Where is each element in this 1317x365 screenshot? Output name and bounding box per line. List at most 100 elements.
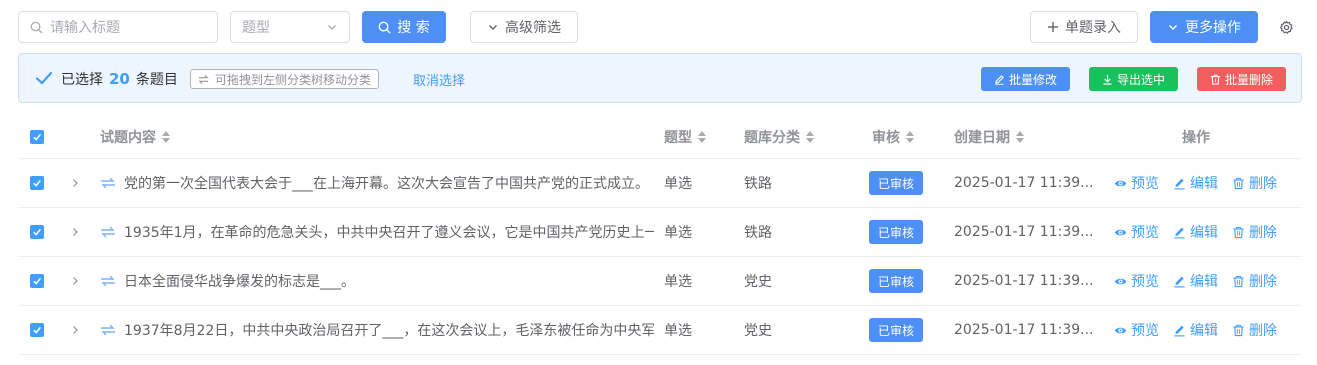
row-checkbox[interactable] <box>30 208 44 256</box>
expand-row-chevron-right-icon[interactable] <box>70 159 80 207</box>
created-date: 2025-01-17 11:39... <box>954 159 1094 207</box>
preview-link[interactable]: 预览 <box>1114 271 1159 291</box>
drag-handle-icon[interactable] <box>100 208 116 256</box>
table-row[interactable]: 1937年8月22日，中共中央政治局召开了___，在这次会议上，毛泽东被任命为中… <box>18 306 1302 355</box>
header-type[interactable]: 题型 <box>664 115 706 158</box>
row-checkbox[interactable] <box>30 306 44 354</box>
plus-icon <box>1047 21 1059 33</box>
status-badge: 已审核 <box>869 318 924 342</box>
edit-link[interactable]: 编辑 <box>1173 320 1218 340</box>
select-all-checkbox[interactable] <box>30 115 44 158</box>
expand-row-chevron-right-icon[interactable] <box>70 257 80 305</box>
question-type: 单选 <box>664 208 692 256</box>
row-actions: 预览 编辑 删除 <box>1114 159 1291 207</box>
eye-icon <box>1114 275 1127 288</box>
created-date-text: 2025-01-17 11:39... <box>954 322 1094 338</box>
edit-link[interactable]: 编辑 <box>1173 173 1218 193</box>
single-entry-label: 单题录入 <box>1065 20 1121 36</box>
eye-icon <box>1114 324 1127 337</box>
drag-hint-text: 可拖拽到左侧分类树移动分类 <box>215 72 372 87</box>
batch-delete-label: 批量删除 <box>1224 72 1273 87</box>
question-type-text: 单选 <box>664 323 692 339</box>
row-actions: 预览 编辑 删除 <box>1114 306 1291 354</box>
row-checkbox[interactable] <box>30 159 44 207</box>
search-placeholder: 请输入标题 <box>50 20 120 36</box>
table-row[interactable]: 党的第一次全国代表大会于___在上海开幕。这次大会宣告了中国共产党的正式成立。 … <box>18 159 1302 208</box>
expand-row-chevron-right-icon[interactable] <box>70 208 80 256</box>
search-button[interactable]: 搜 索 <box>362 11 446 43</box>
drag-handle-icon[interactable] <box>100 159 116 207</box>
drag-handle-icon[interactable] <box>100 257 116 305</box>
question-type-text: 单选 <box>664 225 692 241</box>
preview-link[interactable]: 预览 <box>1114 173 1159 193</box>
single-entry-button[interactable]: 单题录入 <box>1030 11 1138 43</box>
eye-icon <box>1114 177 1127 190</box>
question-content: 日本全面侵华战争爆发的标志是___。 <box>124 257 654 305</box>
header-review-label: 审核 <box>872 129 900 146</box>
table-row[interactable]: 日本全面侵华战争爆发的标志是___。 单选 党史 已审核 2025-01-17 … <box>18 257 1302 306</box>
question-content-text: 党的第一次全国代表大会于___在上海开幕。这次大会宣告了中国共产党的正式成立。 <box>124 176 649 192</box>
preview-label: 预览 <box>1131 225 1159 241</box>
checkbox-checked-icon <box>30 323 44 337</box>
drag-handle-icon[interactable] <box>100 306 116 354</box>
check-icon <box>35 69 53 91</box>
question-content-text: 日本全面侵华战争爆发的标志是___。 <box>124 274 355 290</box>
header-content[interactable]: 试题内容 <box>100 115 170 158</box>
question-content-text: 1935年1月，在革命的危急关头，中共中央召开了遵义会议，它是中国共产党历史上一 <box>124 225 654 241</box>
selection-count: 20 <box>109 70 130 88</box>
advanced-filter-label: 高级筛选 <box>505 20 561 36</box>
cancel-selection-link[interactable]: 取消选择 <box>413 70 465 89</box>
export-selected-button[interactable]: 导出选中 <box>1089 67 1178 91</box>
delete-label: 删除 <box>1249 225 1277 241</box>
delete-link[interactable]: 删除 <box>1232 271 1277 291</box>
preview-link[interactable]: 预览 <box>1114 320 1159 340</box>
download-icon <box>1102 74 1113 85</box>
selection-summary: 已选择 20 条题目 <box>61 69 178 89</box>
table-row[interactable]: 1935年1月，在革命的危急关头，中共中央召开了遵义会议，它是中国共产党历史上一… <box>18 208 1302 257</box>
question-type-select[interactable]: 题型 <box>230 11 350 43</box>
checkbox-checked-icon <box>30 274 44 288</box>
delete-link[interactable]: 删除 <box>1232 173 1277 193</box>
preview-label: 预览 <box>1131 323 1159 339</box>
sort-icon[interactable] <box>906 130 914 143</box>
edit-link[interactable]: 编辑 <box>1173 271 1218 291</box>
question-type-text: 单选 <box>664 274 692 290</box>
created-date: 2025-01-17 11:39... <box>954 208 1094 256</box>
batch-delete-button[interactable]: 批量删除 <box>1197 67 1286 91</box>
edit-link[interactable]: 编辑 <box>1173 222 1218 242</box>
gear-icon[interactable] <box>1277 18 1295 36</box>
sort-icon[interactable] <box>806 130 814 143</box>
preview-link[interactable]: 预览 <box>1114 222 1159 242</box>
row-checkbox[interactable] <box>30 257 44 305</box>
sort-icon[interactable] <box>162 130 170 143</box>
expand-row-chevron-right-icon[interactable] <box>70 306 80 354</box>
header-content-label: 试题内容 <box>100 129 156 146</box>
drag-transfer-icon <box>198 74 209 85</box>
batch-edit-button[interactable]: 批量修改 <box>981 67 1070 91</box>
chevron-down-icon <box>1167 21 1179 33</box>
sort-icon[interactable] <box>698 130 706 143</box>
more-actions-button[interactable]: 更多操作 <box>1150 11 1258 43</box>
trash-icon <box>1232 226 1245 239</box>
edit-icon <box>994 74 1005 85</box>
type-select-placeholder: 题型 <box>242 20 270 36</box>
edit-icon <box>1173 275 1186 288</box>
header-actions: 操作 <box>1182 115 1210 158</box>
advanced-filter-button[interactable]: 高级筛选 <box>470 11 578 43</box>
search-input[interactable]: 请输入标题 <box>18 11 218 43</box>
trash-icon <box>1232 275 1245 288</box>
header-review[interactable]: 审核 <box>872 115 914 158</box>
delete-link[interactable]: 删除 <box>1232 320 1277 340</box>
preview-label: 预览 <box>1131 176 1159 192</box>
question-category: 铁路 <box>744 208 772 256</box>
question-category-text: 铁路 <box>744 225 772 241</box>
selection-prefix: 已选择 <box>61 72 103 88</box>
header-created-label: 创建日期 <box>954 129 1010 146</box>
header-category[interactable]: 题库分类 <box>744 115 814 158</box>
header-created[interactable]: 创建日期 <box>954 115 1024 158</box>
table-header: 试题内容 题型 题库分类 审核 创建日期 操作 <box>18 115 1302 159</box>
selection-suffix: 条题目 <box>135 72 178 88</box>
eye-icon <box>1114 226 1127 239</box>
sort-icon[interactable] <box>1016 130 1024 143</box>
delete-link[interactable]: 删除 <box>1232 222 1277 242</box>
